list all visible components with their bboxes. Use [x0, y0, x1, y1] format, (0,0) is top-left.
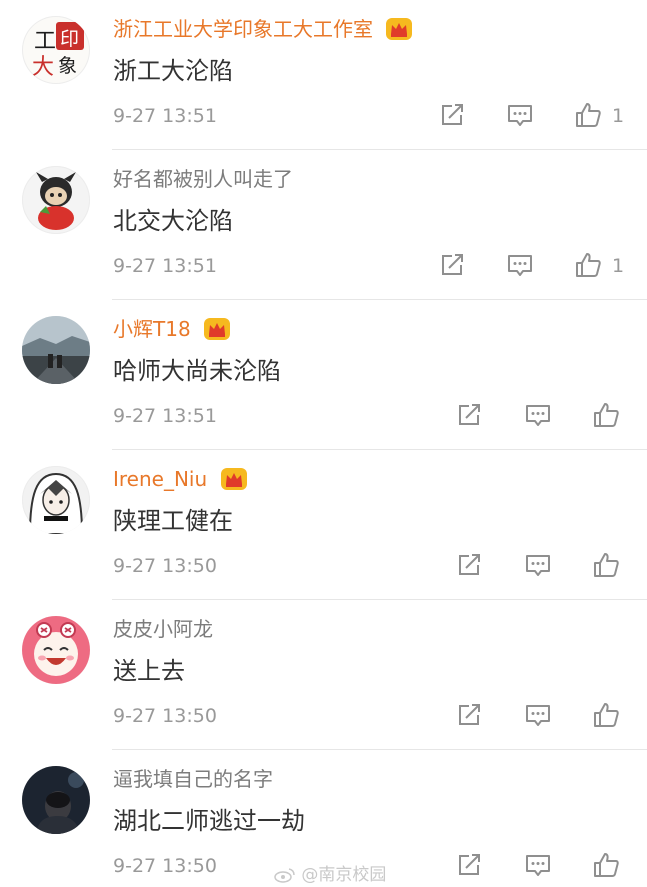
comment-icon[interactable] — [506, 251, 534, 279]
comment-text: 北交大沦陷 — [113, 207, 233, 235]
avatar[interactable] — [22, 166, 90, 234]
comment-item: 工 印 大 象 浙江工业大学印象工大工作室 浙工大沦陷 9-27 13:51 1 — [0, 0, 647, 150]
svg-text:大: 大 — [32, 55, 54, 80]
comment-item: 皮皮小阿龙 送上去 9-27 13:50 — [0, 600, 647, 750]
like-count: 1 — [612, 255, 625, 277]
share-icon[interactable] — [455, 701, 483, 729]
comment-text: 陕理工健在 — [113, 507, 233, 535]
comment-item: Irene_Niu 陕理工健在 9-27 13:50 — [0, 450, 647, 600]
comment-icon[interactable] — [524, 551, 552, 579]
crown-icon — [220, 467, 247, 490]
avatar[interactable] — [22, 316, 90, 384]
comment-text: 送上去 — [113, 657, 185, 685]
share-icon[interactable] — [438, 251, 466, 279]
thumbs-up-icon[interactable] — [592, 401, 620, 429]
username[interactable]: 小辉T18 — [113, 316, 231, 342]
timestamp: 9-27 13:51 — [113, 255, 217, 277]
thumbs-up-icon[interactable] — [592, 551, 620, 579]
comment-icon[interactable] — [524, 851, 552, 879]
watermark: @南京校园 — [274, 860, 386, 885]
comment-item: 小辉T18 哈师大尚未沦陷 9-27 13:51 — [0, 300, 647, 450]
avatar-image — [28, 472, 84, 534]
timestamp: 9-27 13:51 — [113, 405, 217, 427]
avatar-image — [22, 766, 90, 834]
username[interactable]: Irene_Niu — [113, 466, 248, 492]
avatar[interactable] — [22, 766, 90, 834]
share-icon[interactable] — [455, 401, 483, 429]
thumbs-up-icon[interactable] — [574, 251, 602, 279]
comment-text: 湖北二师逃过一劫 — [113, 807, 305, 835]
comment-icon[interactable] — [524, 701, 552, 729]
comment-text: 哈师大尚未沦陷 — [113, 357, 281, 385]
timestamp: 9-27 13:50 — [113, 705, 217, 727]
weibo-logo-icon — [274, 868, 295, 883]
crown-icon — [204, 317, 231, 340]
avatar-image — [22, 616, 90, 684]
avatar-image — [22, 316, 90, 384]
timestamp: 9-27 13:50 — [113, 855, 217, 877]
avatar[interactable]: 工 印 大 象 — [22, 16, 90, 84]
username[interactable]: 好名都被别人叫走了 — [113, 166, 293, 192]
avatar[interactable] — [22, 466, 90, 534]
timestamp: 9-27 13:50 — [113, 555, 217, 577]
avatar-image — [36, 172, 76, 230]
svg-text:工: 工 — [34, 29, 56, 54]
thumbs-up-icon[interactable] — [592, 701, 620, 729]
avatar[interactable] — [22, 616, 90, 684]
share-icon[interactable] — [455, 851, 483, 879]
share-icon[interactable] — [455, 551, 483, 579]
timestamp: 9-27 13:51 — [113, 105, 217, 127]
svg-text:象: 象 — [58, 55, 77, 77]
comment-text: 浙工大沦陷 — [113, 57, 233, 85]
thumbs-up-icon[interactable] — [574, 101, 602, 129]
watermark-text: @南京校园 — [301, 865, 387, 885]
like-count: 1 — [612, 105, 625, 127]
comment-icon[interactable] — [506, 101, 534, 129]
comment-icon[interactable] — [524, 401, 552, 429]
seal-logo-image: 工 印 大 象 — [32, 22, 84, 80]
username[interactable]: 浙江工业大学印象工大工作室 — [113, 16, 413, 42]
username[interactable]: 皮皮小阿龙 — [113, 616, 213, 642]
share-icon[interactable] — [438, 101, 466, 129]
verified-icon — [86, 74, 90, 84]
username[interactable]: 逼我填自己的名字 — [113, 766, 273, 792]
comment-item: 好名都被别人叫走了 北交大沦陷 9-27 13:51 1 — [0, 150, 647, 300]
svg-text:印: 印 — [60, 28, 79, 50]
thumbs-up-icon[interactable] — [592, 851, 620, 879]
crown-icon — [386, 17, 413, 40]
